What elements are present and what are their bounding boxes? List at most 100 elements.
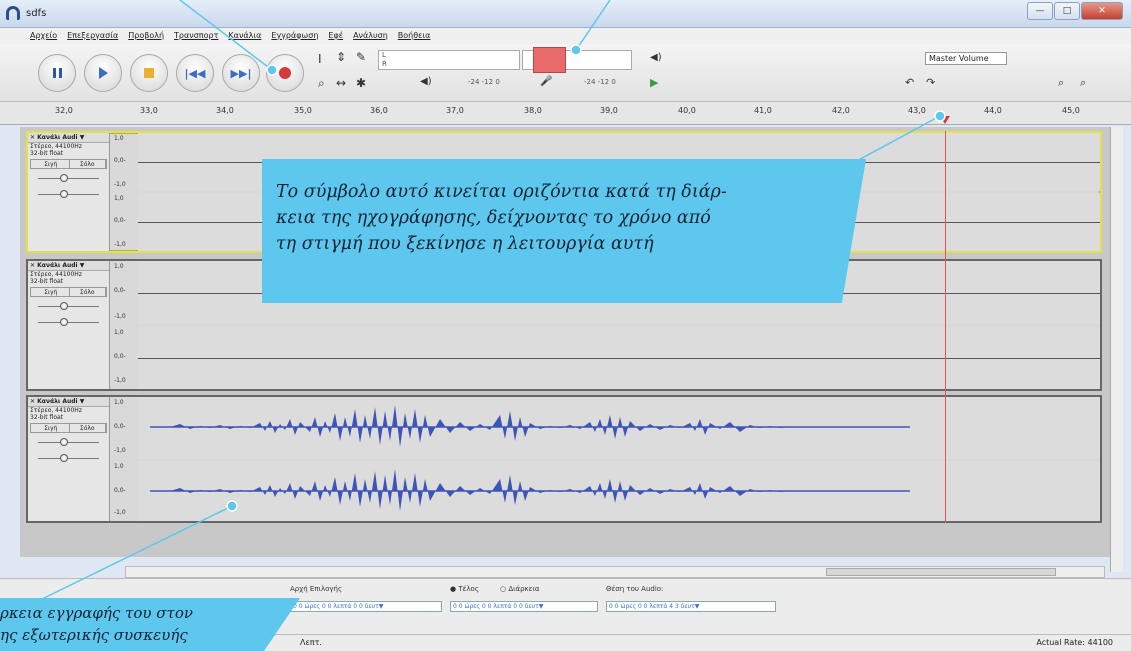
horizontal-scrollbar[interactable] bbox=[125, 566, 1105, 578]
solo-button[interactable]: Σόλο bbox=[70, 160, 106, 168]
volume-icon: ◀) bbox=[650, 52, 662, 63]
solo-button[interactable]: Σόλο bbox=[70, 424, 106, 432]
annotation-callout-recording: ρκεια εγγραφής του στον ης εξωτερικής συ… bbox=[0, 598, 300, 651]
menu-effect[interactable]: Εφέ bbox=[328, 28, 343, 44]
zoom-out-icon[interactable]: ⌕ bbox=[1080, 76, 1086, 90]
menu-help[interactable]: Βοήθεια bbox=[398, 28, 431, 44]
menu-analyze[interactable]: Ανάλυση bbox=[353, 28, 388, 44]
ruler-tick: 42,0 bbox=[832, 106, 850, 115]
ruler-tick: 34,0 bbox=[216, 106, 234, 115]
mute-button[interactable]: Σιγή bbox=[33, 288, 70, 296]
undo-icon[interactable]: ↶ bbox=[905, 76, 914, 89]
mute-button[interactable]: Σιγή bbox=[33, 160, 70, 168]
mixer-source-select[interactable]: Master Volume bbox=[925, 52, 1007, 65]
maximize-button[interactable]: □ bbox=[1054, 2, 1080, 20]
skip-to-start-button[interactable]: |◀◀ bbox=[176, 54, 214, 92]
stop-button[interactable] bbox=[130, 54, 168, 92]
track-bitdepth: 32-bit float bbox=[30, 278, 64, 285]
skip-to-end-button[interactable]: ▶▶| bbox=[222, 54, 260, 92]
track-bitdepth: 32-bit float bbox=[30, 150, 64, 157]
status-text: Λεπτ. bbox=[300, 638, 322, 647]
ruler-tick: 33,0 bbox=[140, 106, 158, 115]
meter-right-label: R bbox=[382, 60, 387, 68]
pan-slider[interactable] bbox=[34, 451, 103, 465]
scale-label: -1,0 bbox=[114, 447, 126, 454]
record-button[interactable] bbox=[266, 54, 304, 92]
menu-bar: Αρχείο Επεξεργασία Προβολή Τρανσπορτ Καν… bbox=[0, 28, 1131, 44]
mute-button[interactable]: Σιγή bbox=[33, 424, 70, 432]
ruler-tick: 35,0 bbox=[294, 106, 312, 115]
play-icon bbox=[98, 67, 108, 79]
skip-start-icon: |◀◀ bbox=[184, 66, 206, 80]
audio-position-label: Θέση του Audio: bbox=[606, 585, 664, 593]
close-button[interactable]: ✕ bbox=[1081, 2, 1123, 20]
menu-view[interactable]: Προβολή bbox=[128, 28, 164, 44]
speaker-icon[interactable]: ◀) bbox=[420, 76, 432, 87]
audio-position-field[interactable]: 0 0 ώρες 0 0 λεπτά 4 3 δευτ▼ bbox=[606, 601, 776, 612]
recording-level-bar bbox=[533, 47, 566, 73]
scale-label: -1,0 bbox=[114, 241, 126, 248]
ruler-tick: 36,0 bbox=[370, 106, 388, 115]
length-radio-label[interactable]: ○ Διάρκεια bbox=[500, 585, 539, 593]
track-format: Στέρεο, 44100Hz bbox=[30, 407, 82, 414]
end-radio-label[interactable]: ● Τέλος bbox=[450, 585, 479, 593]
channel-right[interactable] bbox=[138, 327, 1100, 389]
timeshift-tool-icon[interactable]: ↔ bbox=[336, 76, 346, 90]
vertical-scrollbar[interactable] bbox=[1110, 127, 1123, 572]
callout-line: Το σύμβολο αυτό κινείται οριζόντια κατά … bbox=[276, 182, 727, 202]
meter-scale-b: -24 -12 0 bbox=[584, 78, 616, 86]
scale-label: 0,0- bbox=[114, 353, 126, 360]
playhead-marker-icon[interactable] bbox=[940, 116, 950, 124]
ruler-tick: 45,0 bbox=[1062, 106, 1080, 115]
gain-slider[interactable] bbox=[34, 435, 103, 449]
length-label: Διάρκεια bbox=[508, 585, 540, 593]
play-at-speed-icon[interactable]: ▶ bbox=[650, 76, 658, 89]
scale-label: 1,0 bbox=[114, 329, 124, 336]
ruler-tick: 39,0 bbox=[600, 106, 618, 115]
solo-button[interactable]: Σόλο bbox=[70, 288, 106, 296]
pause-icon bbox=[52, 68, 62, 78]
playhead-line bbox=[945, 131, 946, 523]
microphone-icon[interactable]: 🎤 bbox=[540, 76, 552, 87]
menu-tracks[interactable]: Κανάλια bbox=[228, 28, 261, 44]
annotation-callout-playhead: Το σύμβολο αυτό κινείται οριζόντια κατά … bbox=[262, 159, 866, 303]
track-name-menu[interactable]: Κανάλι Audi bbox=[37, 262, 77, 269]
menu-file[interactable]: Αρχείο bbox=[30, 28, 57, 44]
gain-slider[interactable] bbox=[34, 171, 103, 185]
selection-end-field[interactable]: 0 0 ώρες 0 0 λεπτά 0 0 δευτ▼ bbox=[450, 601, 598, 612]
menu-transport[interactable]: Τρανσπορτ bbox=[174, 28, 218, 44]
timeline-ruler[interactable]: 32,0 33,0 34,0 35,0 36,0 37,0 38,0 39,0 … bbox=[0, 102, 1131, 125]
title-bar: sdfs — □ ✕ bbox=[0, 0, 1131, 28]
track-bitdepth: 32-bit float bbox=[30, 414, 64, 421]
envelope-tool-icon[interactable]: ⇕ bbox=[336, 50, 346, 64]
gain-slider[interactable] bbox=[34, 299, 103, 313]
waveform bbox=[150, 405, 910, 511]
playback-meter[interactable] bbox=[378, 50, 520, 70]
draw-tool-icon[interactable]: ✎ bbox=[356, 50, 366, 64]
pan-slider[interactable] bbox=[34, 187, 103, 201]
audacity-headphones-icon bbox=[6, 6, 20, 20]
menu-generate[interactable]: Εγγράφωση bbox=[271, 28, 318, 44]
selection-tool-icon[interactable]: I bbox=[318, 52, 322, 66]
track-control-panel: ✕ Κανάλι Audi ▼ Στέρεο, 44100Hz 32-bit f… bbox=[28, 133, 110, 251]
scale-label: 1,0 bbox=[114, 135, 124, 142]
track-name-menu[interactable]: Κανάλι Audi bbox=[37, 398, 77, 405]
zoom-in-icon[interactable]: ⌕ bbox=[1058, 76, 1064, 90]
multi-tool-icon[interactable]: ✱ bbox=[356, 76, 366, 90]
scale-label: 0,0- bbox=[114, 287, 126, 294]
minimize-button[interactable]: — bbox=[1027, 2, 1053, 20]
scale-label: 1,0 bbox=[114, 463, 124, 470]
menu-edit[interactable]: Επεξεργασία bbox=[67, 28, 118, 44]
ruler-tick: 40,0 bbox=[678, 106, 696, 115]
ruler-tick: 43,0 bbox=[908, 106, 926, 115]
zoom-tool-icon[interactable]: ⌕ bbox=[318, 76, 325, 91]
track-name-menu[interactable]: Κανάλι Audi bbox=[37, 134, 77, 141]
pan-slider[interactable] bbox=[34, 315, 103, 329]
play-button[interactable] bbox=[84, 54, 122, 92]
meter-scale-a: -24 -12 0 bbox=[468, 78, 500, 86]
redo-icon[interactable]: ↷ bbox=[926, 76, 935, 89]
pause-button[interactable] bbox=[38, 54, 76, 92]
selection-start-field[interactable]: 0 0 ώρες 0 0 λεπτά 0 0 δευτ▼ bbox=[290, 601, 442, 612]
scroll-thumb[interactable] bbox=[826, 568, 1056, 576]
scale-label: -1,0 bbox=[114, 377, 126, 384]
